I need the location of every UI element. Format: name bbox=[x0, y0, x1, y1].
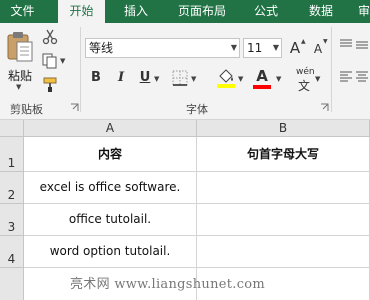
borders-icon[interactable] bbox=[172, 70, 188, 86]
align-top-icon[interactable] bbox=[339, 38, 353, 52]
tab-home[interactable]: 开始 bbox=[58, 0, 105, 23]
row-header-3[interactable]: 3 bbox=[0, 204, 24, 236]
cut-icon[interactable] bbox=[42, 29, 58, 45]
column-header-a[interactable]: A bbox=[24, 120, 197, 137]
cell-b4[interactable] bbox=[197, 236, 370, 268]
phonetic-dropdown-arrow[interactable]: ▼ bbox=[315, 75, 320, 83]
watermark-text: 亮术网 www.liangshunet.com bbox=[70, 277, 266, 292]
font-group-label: 字体 bbox=[186, 103, 208, 116]
align-center-icon[interactable] bbox=[355, 70, 369, 84]
copy-dropdown-arrow[interactable]: ▼ bbox=[60, 57, 65, 65]
bold-button[interactable]: B bbox=[89, 70, 103, 85]
cell-b1[interactable]: 句首字母大写 bbox=[197, 137, 370, 172]
cell-b3[interactable] bbox=[197, 204, 370, 236]
paste-dropdown-arrow[interactable]: ▼ bbox=[16, 83, 21, 91]
cell-a3[interactable]: office tutolail. bbox=[24, 204, 197, 236]
column-header-b[interactable]: B bbox=[197, 120, 370, 137]
tab-page-layout[interactable]: 页面布局 bbox=[170, 0, 234, 23]
increase-font-arrow-icon: ▲ bbox=[301, 38, 306, 45]
tab-formulas[interactable]: 公式 bbox=[244, 0, 288, 23]
fill-color-icon[interactable] bbox=[216, 67, 236, 89]
align-left-icon[interactable] bbox=[339, 70, 353, 84]
phonetic-guide-bottom[interactable]: 文 bbox=[298, 77, 310, 94]
font-color-swatch bbox=[253, 85, 271, 89]
font-dialog-launcher-icon[interactable] bbox=[320, 103, 329, 112]
paste-icon[interactable] bbox=[6, 31, 34, 63]
clipboard-group-label: 剪贴板 bbox=[10, 103, 43, 116]
tab-insert[interactable]: 插入 bbox=[112, 0, 160, 23]
italic-button[interactable]: I bbox=[114, 70, 128, 85]
ribbon-tab-bar: 文件 开始 插入 页面布局 公式 数据 审 bbox=[0, 0, 370, 23]
borders-dropdown-arrow[interactable]: ▼ bbox=[191, 75, 196, 83]
underline-dropdown-arrow[interactable]: ▼ bbox=[154, 75, 159, 83]
phonetic-guide-top[interactable]: wén bbox=[296, 67, 315, 77]
copy-icon[interactable] bbox=[42, 53, 58, 69]
cell-a2[interactable]: excel is office software. bbox=[24, 172, 197, 204]
decrease-font-arrow-icon: ▼ bbox=[323, 38, 328, 45]
group-divider bbox=[331, 27, 332, 112]
align-middle-icon[interactable] bbox=[355, 38, 369, 52]
cell-b2[interactable] bbox=[197, 172, 370, 204]
chevron-down-icon: ▼ bbox=[272, 43, 279, 52]
ribbon-home: 粘贴 ▼ ▼ 剪贴板 等线 ▼ 11 ▼ A ▲ A ▼ B I U ▼ ▼ ▼… bbox=[0, 23, 370, 120]
cell-a4[interactable]: word option tutolail. bbox=[24, 236, 197, 268]
fill-color-dropdown-arrow[interactable]: ▼ bbox=[238, 75, 243, 83]
tab-review[interactable]: 审 bbox=[354, 0, 370, 23]
font-name-value: 等线 bbox=[89, 41, 114, 55]
underline-button[interactable]: U bbox=[138, 70, 152, 85]
paste-button-label[interactable]: 粘贴 bbox=[8, 67, 32, 84]
format-painter-icon[interactable] bbox=[42, 77, 58, 93]
chevron-down-icon: ▼ bbox=[230, 43, 237, 52]
font-color-dropdown-arrow[interactable]: ▼ bbox=[276, 75, 281, 83]
tab-file[interactable]: 文件 bbox=[0, 0, 45, 23]
tab-data[interactable]: 数据 bbox=[298, 0, 344, 23]
font-color-button[interactable]: A bbox=[254, 67, 270, 85]
font-name-dropdown[interactable]: 等线 ▼ bbox=[85, 38, 240, 58]
font-size-dropdown[interactable]: 11 ▼ bbox=[243, 38, 282, 58]
row-header-5[interactable] bbox=[0, 268, 24, 300]
group-divider bbox=[80, 27, 81, 112]
row-header-4[interactable]: 4 bbox=[0, 236, 24, 268]
row-header-1[interactable]: 1 bbox=[0, 137, 24, 172]
clipboard-dialog-launcher-icon[interactable] bbox=[70, 103, 79, 112]
select-all-corner[interactable] bbox=[0, 120, 24, 137]
cell-a1[interactable]: 内容 bbox=[24, 137, 197, 172]
font-size-value: 11 bbox=[247, 41, 263, 55]
row-header-2[interactable]: 2 bbox=[0, 172, 24, 204]
